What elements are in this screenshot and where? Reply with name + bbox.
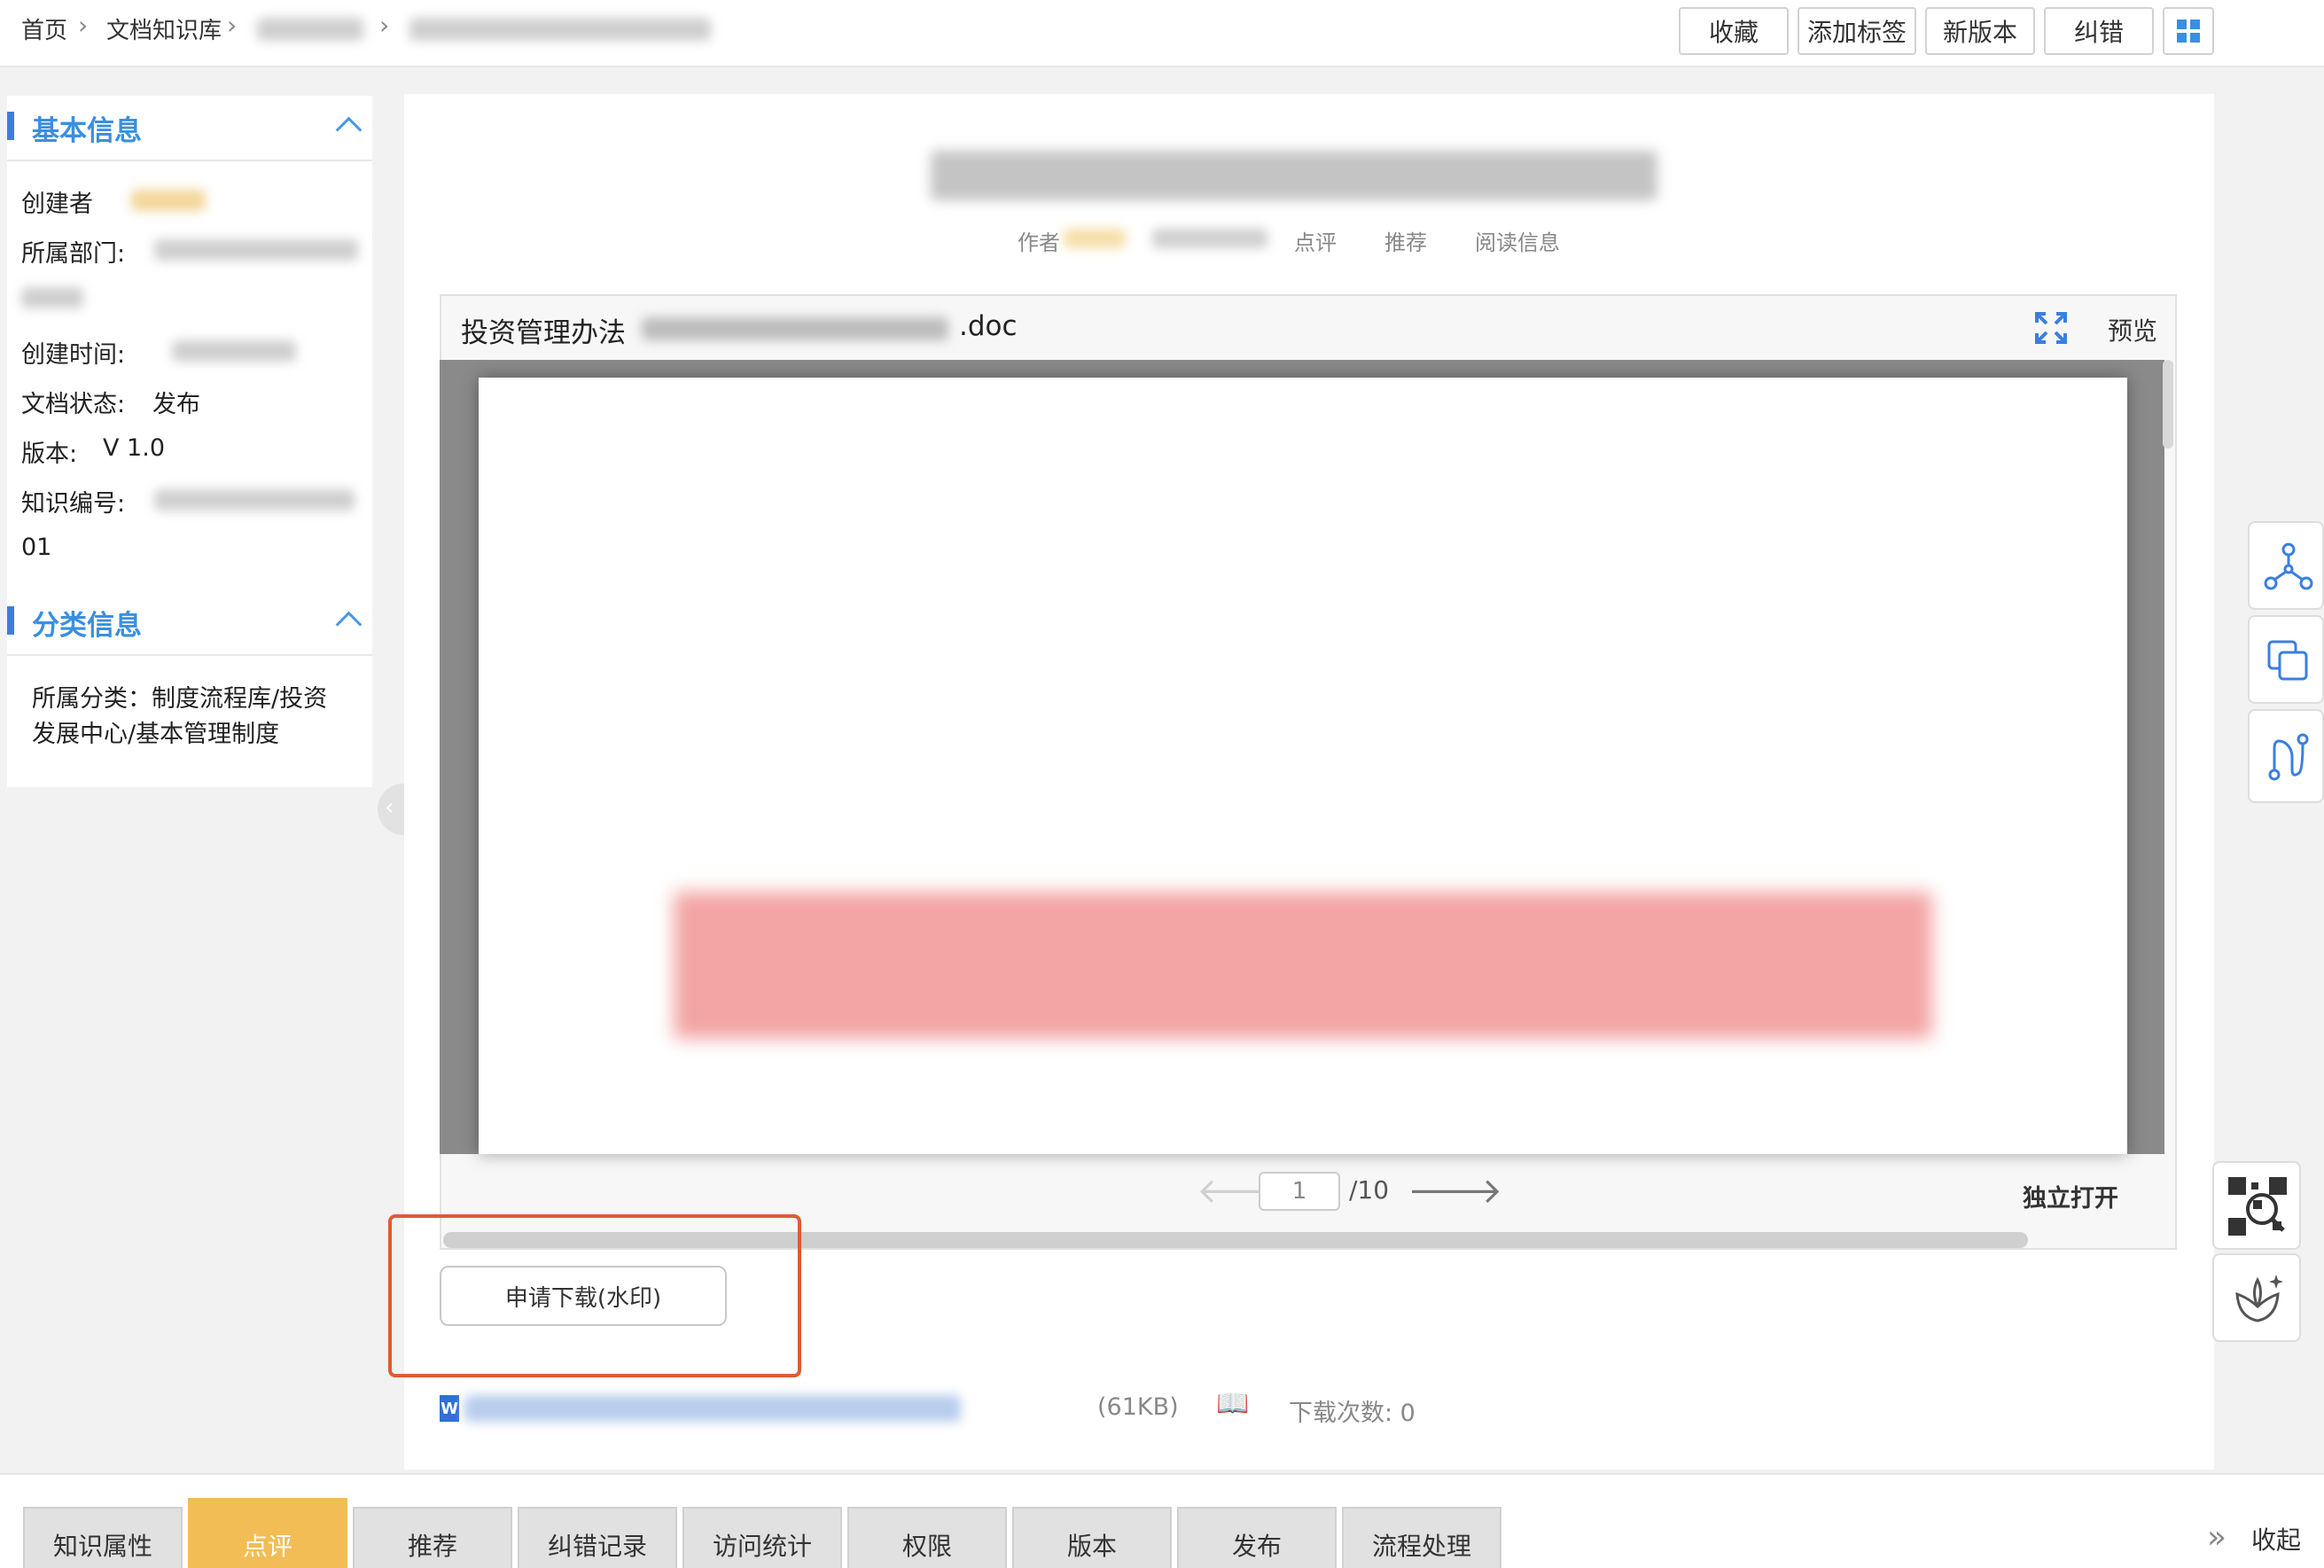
dept-label: 所属部门: [21,240,126,268]
creator-value-redacted [131,190,206,211]
creator-label: 创建者 [21,191,93,218]
fullscreen-button[interactable] [2033,310,2069,346]
file-name-redacted [642,317,948,340]
breadcrumb-home[interactable]: 首页 [21,12,67,45]
next-page-icon[interactable]: 🡒 [1408,1168,1502,1212]
basic-info-title[interactable]: 基本信息 [32,108,142,148]
sidebar-collapse-handle[interactable]: ‹ [378,784,404,835]
preview-button[interactable]: 预览 [2108,312,2157,347]
top-bar: 首页 › 文档知识库 › › 收藏 添加标签 新版本 纠错 [0,0,2324,67]
collapse-button[interactable]: 收起 [2251,1521,2301,1556]
grid-icon [2177,20,2200,43]
tab-recommend[interactable]: 推荐 [353,1507,512,1568]
file-name-prefix: 投资管理办法 [461,317,626,349]
copy-button[interactable] [2248,615,2324,704]
open-standalone-button[interactable]: 独立打开 [2023,1179,2118,1213]
route-button[interactable] [2248,709,2324,803]
chevron-up-icon[interactable] [335,116,363,144]
dept-value-redacted [21,287,83,308]
correct-button[interactable]: 纠错 [2044,7,2154,55]
chevron-right-icon: › [227,11,238,40]
number-label: 知识编号: [21,490,126,518]
lotus-button[interactable] [2212,1253,2301,1342]
version-label: 版本: [21,441,78,468]
book-icon[interactable]: 📖 [1216,1388,1249,1419]
graph-icon [2264,542,2313,590]
chevron-up-icon[interactable] [335,611,363,638]
qr-code-icon [2228,1177,2287,1236]
tab-versions[interactable]: 版本 [1012,1507,1172,1568]
attachment-name-redacted[interactable] [464,1395,961,1422]
highlight-box [388,1214,801,1377]
favorite-button[interactable]: 收藏 [1679,7,1789,55]
chevron-left-icon: ‹ [385,794,394,821]
copy-icon [2267,640,2308,681]
section-marker [7,112,14,140]
file-name-suffix: .doc [959,310,1018,342]
created-label: 创建时间: [21,341,126,369]
divider [7,654,372,656]
page-total: /10 [1349,1175,1390,1205]
category-line-1: 所属分类：制度流程库/投资 [32,685,328,713]
word-file-icon: W [440,1395,459,1422]
author-label: 作者 [1018,230,1060,255]
recommend-label: 推荐 [1384,230,1427,255]
created-value-redacted [172,340,296,362]
page-number-input[interactable]: 1 [1259,1172,1340,1211]
section-marker [7,606,14,635]
status-label: 文档状态: [21,391,126,418]
lotus-icon [2235,1275,2283,1322]
tab-workflow[interactable]: 流程处理 [1342,1507,1501,1568]
tab-permissions[interactable]: 权限 [847,1507,1007,1568]
route-icon [2268,733,2309,781]
vertical-scrollbar[interactable] [2163,360,2173,449]
grid-view-button[interactable] [2163,7,2214,55]
status-value: 发布 [152,391,200,418]
chevron-right-icon: › [379,11,390,40]
tab-access-stats[interactable]: 访问统计 [682,1507,842,1568]
author-value-redacted [1064,229,1126,248]
breadcrumb-library[interactable]: 文档知识库 [106,12,222,45]
double-chevron-icon[interactable]: » [2207,1519,2227,1556]
document-page [479,378,2127,1154]
fullscreen-icon [2035,312,2067,344]
comments-label: 点评 [1294,230,1337,255]
tab-comments[interactable]: 点评 [188,1498,347,1568]
tab-knowledge-attributes[interactable]: 知识属性 [23,1507,183,1568]
chevron-right-icon: › [78,11,89,40]
category-line-2: 发展中心/基本管理制度 [32,721,280,748]
info-sidebar: 基本信息 创建者 所属部门: 创建时间: 文档状态: 发布 版本: V 1.0 … [7,96,372,787]
qr-code-button[interactable] [2212,1161,2301,1250]
dept-value-redacted [154,239,358,261]
breadcrumb-redacted[interactable] [257,18,363,41]
attachment-size: (61KB) [1097,1393,1179,1421]
divider [7,160,372,161]
new-version-button[interactable]: 新版本 [1925,7,2035,55]
read-info-label: 阅读信息 [1475,230,1560,255]
document-heading-redacted [674,892,1932,1039]
download-count: 下载次数: 0 [1289,1400,1415,1427]
tab-publish[interactable]: 发布 [1177,1507,1337,1568]
number-value-redacted [154,489,355,511]
date-value-redacted [1152,229,1267,248]
document-title-redacted [931,151,1657,200]
version-value: V 1.0 [103,434,165,462]
tab-correction-records[interactable]: 纠错记录 [518,1507,677,1568]
breadcrumb-redacted[interactable] [409,18,711,41]
knowledge-graph-button[interactable] [2248,521,2324,610]
add-tag-button[interactable]: 添加标签 [1798,7,1916,55]
number-tail: 01 [21,534,52,561]
category-info-title[interactable]: 分类信息 [32,603,142,643]
